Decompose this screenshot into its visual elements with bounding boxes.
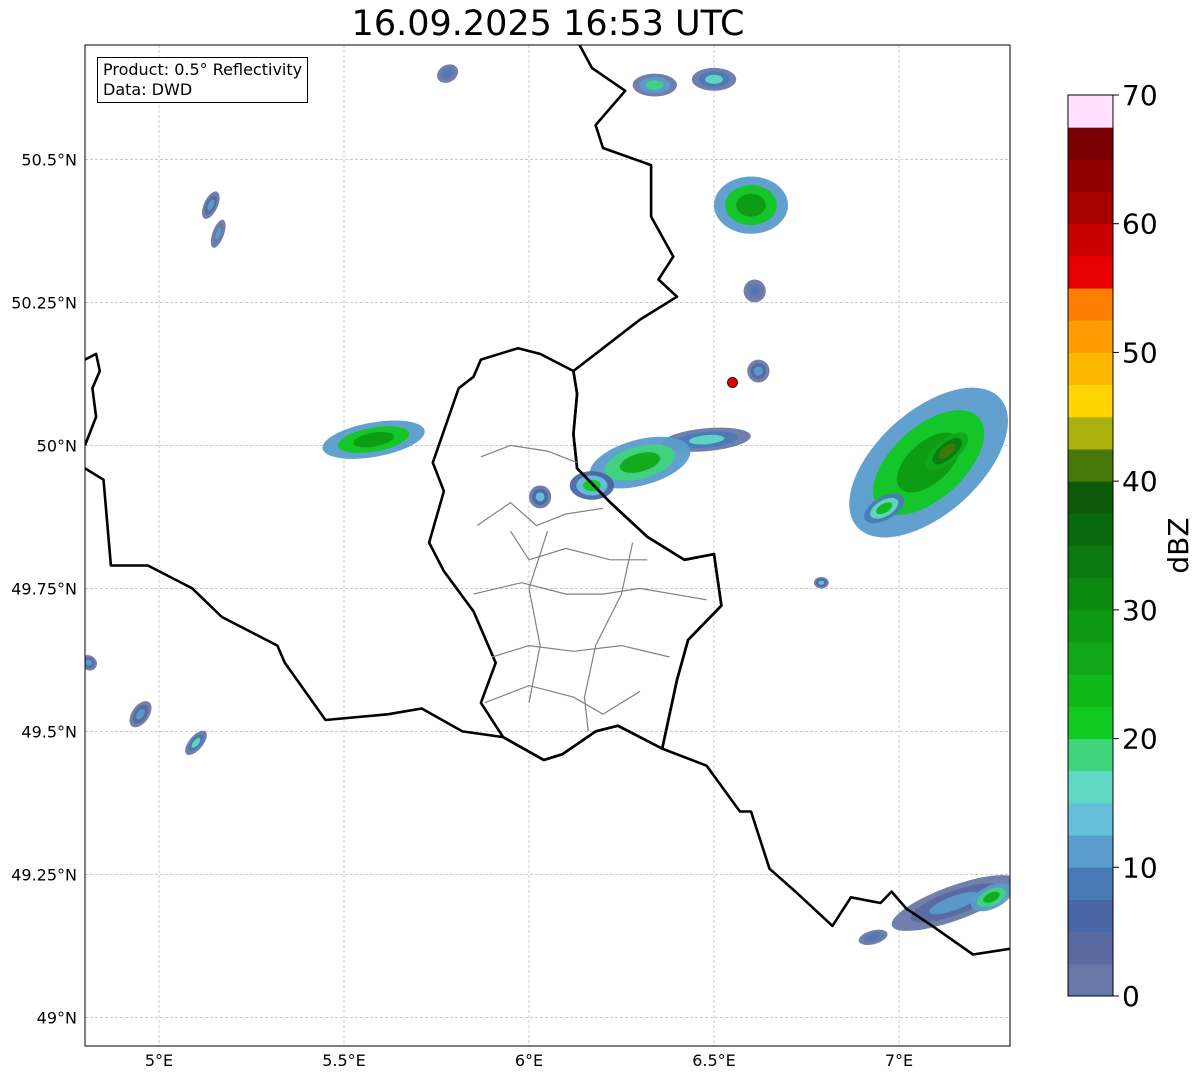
radar-echo xyxy=(813,576,829,589)
radar-echo xyxy=(747,359,770,383)
colorbar-segment xyxy=(1068,545,1113,579)
product-label: Product: 0.5° Reflectivity xyxy=(103,60,303,79)
radar-site-marker xyxy=(727,376,738,388)
colorbar-segment xyxy=(1068,642,1113,675)
colorbar-segment xyxy=(1068,802,1113,836)
colorbar-segment xyxy=(1068,191,1113,225)
gridlines xyxy=(85,45,1010,1046)
colorbar-segment xyxy=(1068,255,1113,289)
colorbar-segment xyxy=(1068,448,1113,482)
radar-echo xyxy=(129,701,152,728)
lon-tick-label: 5.5°E xyxy=(322,1051,366,1070)
echo-cell xyxy=(750,286,760,296)
radar-echo xyxy=(85,655,98,671)
admin-boundary xyxy=(509,530,648,561)
radar-echo xyxy=(632,73,677,97)
radar-echo xyxy=(201,191,220,219)
echo-cell xyxy=(818,580,825,585)
reflectivity-echoes xyxy=(85,64,1010,945)
colorbar-segment xyxy=(1068,899,1113,933)
radar-echo xyxy=(691,67,737,91)
colorbar: 0 10 20 30 40 50 60 70 dBZ xyxy=(1067,79,1195,1013)
colorbar-segment xyxy=(1068,384,1113,418)
lon-tick-label: 7°E xyxy=(885,1051,913,1070)
plot-frame xyxy=(84,44,1011,1047)
lat-tick-label: 49°N xyxy=(37,1008,77,1027)
lat-tick-label: 49.5°N xyxy=(21,722,77,741)
colorbar-tick-label: 60 xyxy=(1122,208,1158,241)
lon-tick-label: 5°E xyxy=(145,1051,173,1070)
radar-echo xyxy=(437,64,459,83)
admin-boundary xyxy=(491,644,670,658)
admin-boundary xyxy=(473,582,707,601)
colorbar-tick-label: 20 xyxy=(1122,723,1158,756)
colorbar-tick-label: 30 xyxy=(1122,594,1158,627)
radar-echo xyxy=(714,176,788,234)
radar-echo xyxy=(322,420,425,459)
product-info-box: Product: 0.5° Reflectivity Data: DWD xyxy=(97,57,309,103)
data-source-label: Data: DWD xyxy=(103,80,193,99)
radar-echo xyxy=(743,279,766,303)
radar-echo xyxy=(185,730,207,756)
colorbar-segment xyxy=(1068,95,1113,128)
radar-site-dot xyxy=(727,376,738,388)
colorbar-segment xyxy=(1068,931,1113,965)
colorbar-unit-label: dBZ xyxy=(1162,517,1195,573)
colorbar-segment xyxy=(1068,159,1113,193)
colorbar-segment xyxy=(1068,223,1113,257)
lat-tick-label: 49.75°N xyxy=(11,579,77,598)
colorbar-segment xyxy=(1068,320,1113,353)
colorbar-segment xyxy=(1068,770,1113,804)
lon-tick-label: 6°E xyxy=(515,1051,543,1070)
colorbar-tick-label: 40 xyxy=(1122,465,1158,498)
latitude-labels: 49°N 49.25°N 49.5°N 49.75°N 50°N 50.25°N 50.5°… xyxy=(11,150,77,1027)
echo-cell xyxy=(753,366,763,376)
colorbar-tick-label: 10 xyxy=(1122,851,1158,884)
echo-cell xyxy=(705,74,723,84)
colorbar-segment xyxy=(1068,352,1113,386)
colorbar-segment xyxy=(1068,609,1113,643)
colorbar-segment xyxy=(1068,867,1113,900)
colorbar-segment xyxy=(1068,963,1113,997)
radar-echo xyxy=(210,219,226,248)
colorbar-tick-label: 50 xyxy=(1122,336,1158,369)
colorbar-segment xyxy=(1068,127,1113,160)
radar-echo xyxy=(569,471,615,500)
colorbar-segment xyxy=(1068,674,1113,707)
lat-tick-label: 49.25°N xyxy=(11,865,77,884)
colorbar-segment xyxy=(1068,513,1113,546)
lat-tick-label: 50.5°N xyxy=(21,150,77,169)
radar-map: 49°N 49.25°N 49.5°N 49.75°N 50°N 50.25°N 50.5°… xyxy=(11,44,1195,1070)
lat-tick-label: 50.25°N xyxy=(11,293,77,312)
colorbar-segment xyxy=(1068,481,1113,514)
radar-echo xyxy=(858,929,888,945)
colorbar-tick-label: 70 xyxy=(1122,79,1158,112)
colorbar-segment xyxy=(1068,288,1113,321)
echo-cell xyxy=(645,80,664,90)
colorbar-segment xyxy=(1068,416,1113,450)
admin-boundary xyxy=(583,542,634,732)
country-border xyxy=(85,352,102,446)
colorbar-segment xyxy=(1068,738,1113,772)
longitude-labels: 5°E 5.5°E 6°E 6.5°E 7°E xyxy=(145,1051,913,1070)
echo-cell xyxy=(736,193,766,217)
lat-tick-label: 50°N xyxy=(37,436,77,455)
colorbar-segment xyxy=(1068,835,1113,868)
colorbar-tick-label: 0 xyxy=(1122,980,1140,1013)
radar-echo xyxy=(529,485,552,509)
lon-tick-label: 6.5°E xyxy=(692,1051,736,1070)
admin-boundary xyxy=(484,684,641,715)
colorbar-segment xyxy=(1068,706,1113,740)
colorbar-segment xyxy=(1068,577,1113,611)
echo-cell xyxy=(535,492,545,502)
